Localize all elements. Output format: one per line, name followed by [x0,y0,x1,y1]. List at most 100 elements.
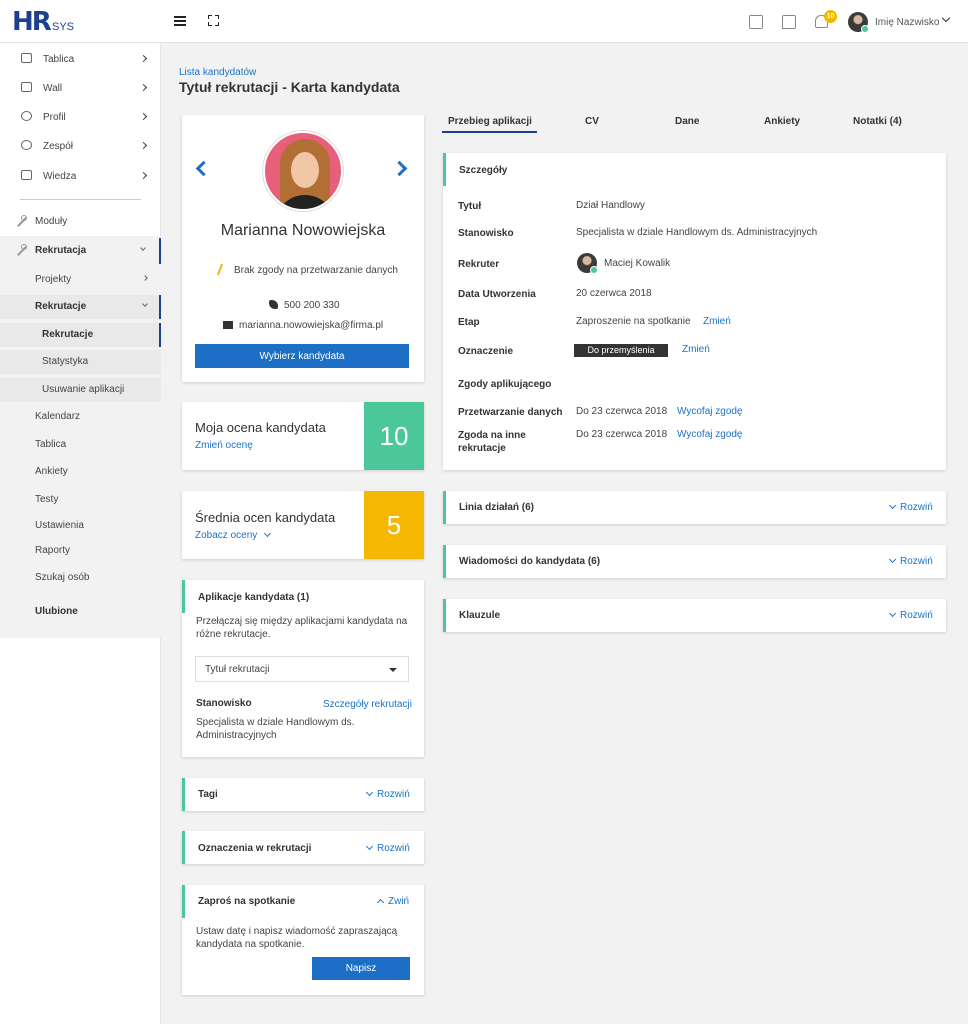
fullscreen-icon[interactable] [208,15,219,26]
marks-title: Oznaczenia w rekrutacji [198,843,312,854]
marks-expand-link[interactable]: Rozwiń [365,842,410,854]
tytul-label: Tytuł [458,201,482,212]
write-button[interactable]: Napisz [312,957,410,980]
tab-cv[interactable]: CV [585,116,599,127]
expand-label: Rozwiń [900,556,933,567]
position-label: Stanowisko [196,698,252,709]
team-icon [21,140,32,150]
select-candidate-button[interactable]: Wybierz kandydata [195,344,409,368]
tags-expand-link[interactable]: Rozwiń [365,788,410,800]
sidebar-item-zespol[interactable]: Zespół [0,136,161,158]
sidebar-item-rekrutacje[interactable]: Rekrutacje [0,295,161,319]
sidebar-item-szukaj[interactable]: Szukaj osób [0,566,161,590]
sidebar-item-label: Testy [35,494,59,505]
app-logo[interactable]: HR SYS [12,9,74,35]
clipboard-icon[interactable] [749,15,763,29]
user-icon [21,111,32,121]
chevron-down-icon[interactable] [941,13,951,23]
active-tab-indicator [442,131,537,133]
sidebar-item-kalendarz[interactable]: Kalendarz [0,405,161,429]
wiadomosci-expand-link[interactable]: Rozwiń [888,555,933,567]
sidebar-item-label: Tablica [35,439,67,450]
klauzule-expand-link[interactable]: Rozwiń [888,609,933,621]
sidebar-item-label: Rekrutacje [35,301,87,312]
applications-title: Aplikacje kandydata (1) [198,592,310,603]
avatar[interactable] [848,12,869,33]
invite-collapse-link[interactable]: Zwiń [376,896,409,907]
sidebar-item-rekrutacje-child[interactable]: Rekrutacje [0,323,161,347]
notification-badge: 10 [824,10,837,23]
klauzule-panel[interactable] [443,599,946,632]
application-select[interactable]: Tytuł rekrutacji [195,656,409,682]
chevron-down-icon [365,842,374,851]
sidebar-item-usuwanie[interactable]: Usuwanie aplikacji [0,378,161,402]
sidebar-item-ankiety[interactable]: Ankiety [0,460,161,484]
recruitment-details-link[interactable]: Szczegóły rekrutacji [323,698,412,711]
inne-value: Do 23 czerwca 2018 [576,429,668,440]
przetwarzanie-value: Do 23 czerwca 2018 [576,406,668,417]
email-address[interactable]: marianna.nowowiejska@firma.pl [239,320,383,331]
linia-title: Linia działań (6) [459,502,535,513]
invite-text: Ustaw datę i napisz wiadomość zapraszają… [196,926,398,950]
sidebar-item-tablica[interactable]: Tablica [0,49,161,71]
tab-przebieg[interactable]: Przebieg aplikacji [448,116,532,127]
przetwarzanie-withdraw-link[interactable]: Wycofaj zgodę [677,406,743,417]
sidebar-item-label: Rekrutacja [35,245,87,256]
user-name[interactable]: Imię Nazwisko [875,17,939,28]
sidebar-item-statystyka[interactable]: Statystyka [0,350,161,374]
breadcrumb[interactable]: Lista kandydatów [179,67,256,78]
sidebar-item-testy[interactable]: Testy [0,488,161,512]
data-value: 20 czerwca 2018 [576,288,652,299]
status-badge: Do przemyślenia [574,344,668,357]
change-score-link[interactable]: Zmień ocenę [195,440,253,451]
sidebar-item-ulubione[interactable]: Ulubione [0,600,161,624]
phone-icon [269,300,278,309]
sidebar-item-label: Ustawienia [35,520,84,531]
page-title: Tytuł rekrutacji - Karta kandydata [179,79,400,95]
top-bar: HR SYS 10 Imię Nazwisko [0,0,968,43]
sidebar-item-label: Moduły [35,216,68,227]
inne-withdraw-link[interactable]: Wycofaj zgodę [677,429,743,440]
sidebar-item-projekty[interactable]: Projekty [0,268,161,292]
inne-label: Zgoda na inne rekrutacje [458,430,526,454]
tab-dane[interactable]: Dane [675,116,699,127]
sidebar-item-wiedza[interactable]: Wiedza [0,166,161,188]
active-indicator [159,323,161,347]
monitor-icon [21,53,32,63]
see-scores-link[interactable]: Zobacz oceny [195,529,272,541]
tytul-value: Dział Handlowy [576,200,645,211]
candidate-photo [263,131,343,211]
accent-bar [182,580,185,613]
sidebar-item-ustawienia[interactable]: Ustawienia [0,514,161,538]
chevron-right-icon [139,112,148,121]
phone-number: 500 200 330 [284,300,340,311]
sidebar-item-tablica-mod[interactable]: Tablica [0,433,161,457]
sidebar-item-label: Wall [43,83,63,94]
invite-title: Zaproś na spotkanie [198,896,296,907]
expand-label: Rozwiń [377,789,410,800]
sidebar-item-rekrutacja[interactable]: Rekrutacja [0,238,161,264]
chevron-right-icon [139,83,148,92]
sidebar-item-moduly[interactable]: Moduły [0,211,161,233]
sidebar-divider [20,199,141,200]
chevron-down-icon [888,609,897,618]
sidebar-item-label: Rekrutacje [42,329,94,340]
avg-score-value: 5 [364,491,424,559]
sidebar-item-wall[interactable]: Wall [0,78,161,100]
position-value: Specjalista w dziale Handlowym ds. Admin… [196,717,355,741]
sidebar-item-raporty[interactable]: Raporty [0,539,161,563]
see-scores-label: Zobacz oceny [195,530,258,541]
sidebar-item-label: Ankiety [35,466,68,477]
etap-change-link[interactable]: Zmień [703,316,731,327]
consent-text: Brak zgody na przetwarzanie danych [234,265,398,276]
consent-status: Brak zgody na przetwarzanie danych [216,264,398,276]
menu-icon[interactable] [174,16,186,26]
linia-expand-link[interactable]: Rozwiń [888,501,933,513]
sidebar-item-profil[interactable]: Profil [0,107,161,129]
oznaczenie-change-link[interactable]: Zmień [682,344,710,355]
book-icon [21,170,32,180]
chat-icon[interactable] [782,15,796,29]
sidebar-item-label: Projekty [35,274,72,285]
tab-ankiety[interactable]: Ankiety [764,116,800,127]
tab-notatki[interactable]: Notatki (4) [853,116,902,127]
